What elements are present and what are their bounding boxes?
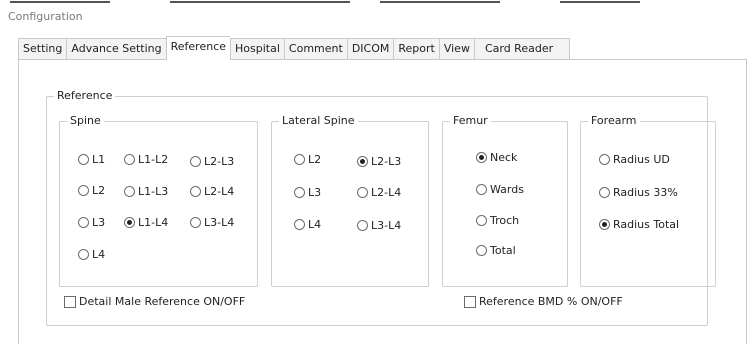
spine-radio-l2-l4[interactable]: L2-L4	[190, 185, 234, 198]
radio-circle	[476, 245, 487, 256]
checkbox-box	[64, 295, 76, 308]
lateral-spine-group: Lateral Spine L2 L2-L3 L3 L2-L4 L4 L3-L4	[271, 114, 429, 287]
radio-circle-selected	[357, 156, 368, 167]
radio-circle	[78, 249, 89, 260]
spine-group: Spine L1 L1-L2 L2-L3 L2 L1-L3 L2-L4 L3 L…	[59, 114, 258, 287]
radio-circle-selected	[124, 217, 135, 228]
lateral-radio-l3[interactable]: L3	[294, 186, 321, 199]
lateral-radio-l2[interactable]: L2	[294, 153, 321, 166]
tab-card-reader[interactable]: Card Reader	[473, 38, 571, 60]
radio-circle	[78, 154, 89, 165]
tab-reference[interactable]: Reference	[165, 36, 231, 61]
tab-report[interactable]: Report	[393, 38, 439, 60]
radio-circle	[294, 187, 305, 198]
femur-radio-total[interactable]: Total	[476, 244, 516, 257]
spine-radio-l2-l3[interactable]: L2-L3	[190, 155, 234, 168]
spine-radio-l4[interactable]: L4	[78, 248, 105, 261]
lateral-spine-group-title: Lateral Spine	[279, 114, 358, 128]
window-top-border	[0, 0, 752, 4]
forearm-group: Forearm Radius UD Radius 33% Radius Tota…	[580, 114, 716, 287]
radio-circle-selected	[599, 219, 610, 230]
radio-circle	[78, 185, 89, 196]
femur-group: Femur Neck Wards Troch Total	[442, 114, 568, 287]
spine-radio-l1-l4[interactable]: L1-L4	[124, 216, 168, 229]
spine-radio-l2[interactable]: L2	[78, 184, 105, 197]
femur-group-title: Femur	[450, 114, 491, 128]
spine-group-title: Spine	[67, 114, 104, 128]
spine-radio-l1-l2[interactable]: L1-L2	[124, 153, 168, 166]
spine-radio-l1[interactable]: L1	[78, 153, 105, 166]
radio-circle	[476, 184, 487, 195]
checkbox-box	[464, 295, 476, 308]
tab-advance-setting[interactable]: Advance Setting	[66, 38, 166, 60]
radio-circle	[190, 217, 201, 228]
radio-circle	[294, 154, 305, 165]
radio-circle	[78, 217, 89, 228]
lateral-radio-l4[interactable]: L4	[294, 218, 321, 231]
forearm-radio-radius-33[interactable]: Radius 33%	[599, 186, 678, 199]
tab-hospital[interactable]: Hospital	[230, 38, 284, 60]
femur-radio-wards[interactable]: Wards	[476, 183, 524, 196]
spine-radio-l3-l4[interactable]: L3-L4	[190, 216, 234, 229]
forearm-radio-radius-total[interactable]: Radius Total	[599, 218, 679, 231]
forearm-radio-radius-ud[interactable]: Radius UD	[599, 153, 670, 166]
tab-dicom[interactable]: DICOM	[346, 38, 394, 60]
radio-circle-selected	[476, 152, 487, 163]
tab-bar: Setting Advance Setting Reference Hospit…	[18, 36, 571, 61]
lateral-radio-l3-l4[interactable]: L3-L4	[357, 219, 401, 232]
spine-radio-l1-l3[interactable]: L1-L3	[124, 185, 168, 198]
radio-circle	[294, 219, 305, 230]
radio-circle	[599, 187, 610, 198]
femur-radio-troch[interactable]: Troch	[476, 214, 519, 227]
tab-comment[interactable]: Comment	[283, 38, 347, 60]
radio-circle	[190, 186, 201, 197]
detail-male-reference-checkbox[interactable]: Detail Male Reference ON/OFF	[64, 295, 245, 308]
radio-circle	[357, 220, 368, 231]
radio-circle	[476, 215, 487, 226]
spine-radio-l3[interactable]: L3	[78, 216, 105, 229]
reference-tab-panel: Reference Spine L1 L1-L2 L2-L3 L2 L1-L3 …	[18, 59, 747, 344]
radio-circle	[124, 154, 135, 165]
lateral-radio-l2-l4[interactable]: L2-L4	[357, 186, 401, 199]
reference-bmd-percent-checkbox[interactable]: Reference BMD % ON/OFF	[464, 295, 623, 308]
radio-circle	[357, 187, 368, 198]
tab-view[interactable]: View	[438, 38, 474, 60]
reference-group: Reference Spine L1 L1-L2 L2-L3 L2 L1-L3 …	[46, 89, 716, 326]
radio-circle	[124, 186, 135, 197]
radio-circle	[599, 154, 610, 165]
forearm-group-title: Forearm	[588, 114, 640, 128]
reference-group-title: Reference	[54, 89, 116, 103]
window-title: Configuration	[8, 10, 83, 23]
femur-radio-neck[interactable]: Neck	[476, 151, 517, 164]
lateral-radio-l2-l3[interactable]: L2-L3	[357, 155, 401, 168]
radio-circle	[190, 156, 201, 167]
tab-setting[interactable]: Setting	[18, 38, 67, 60]
